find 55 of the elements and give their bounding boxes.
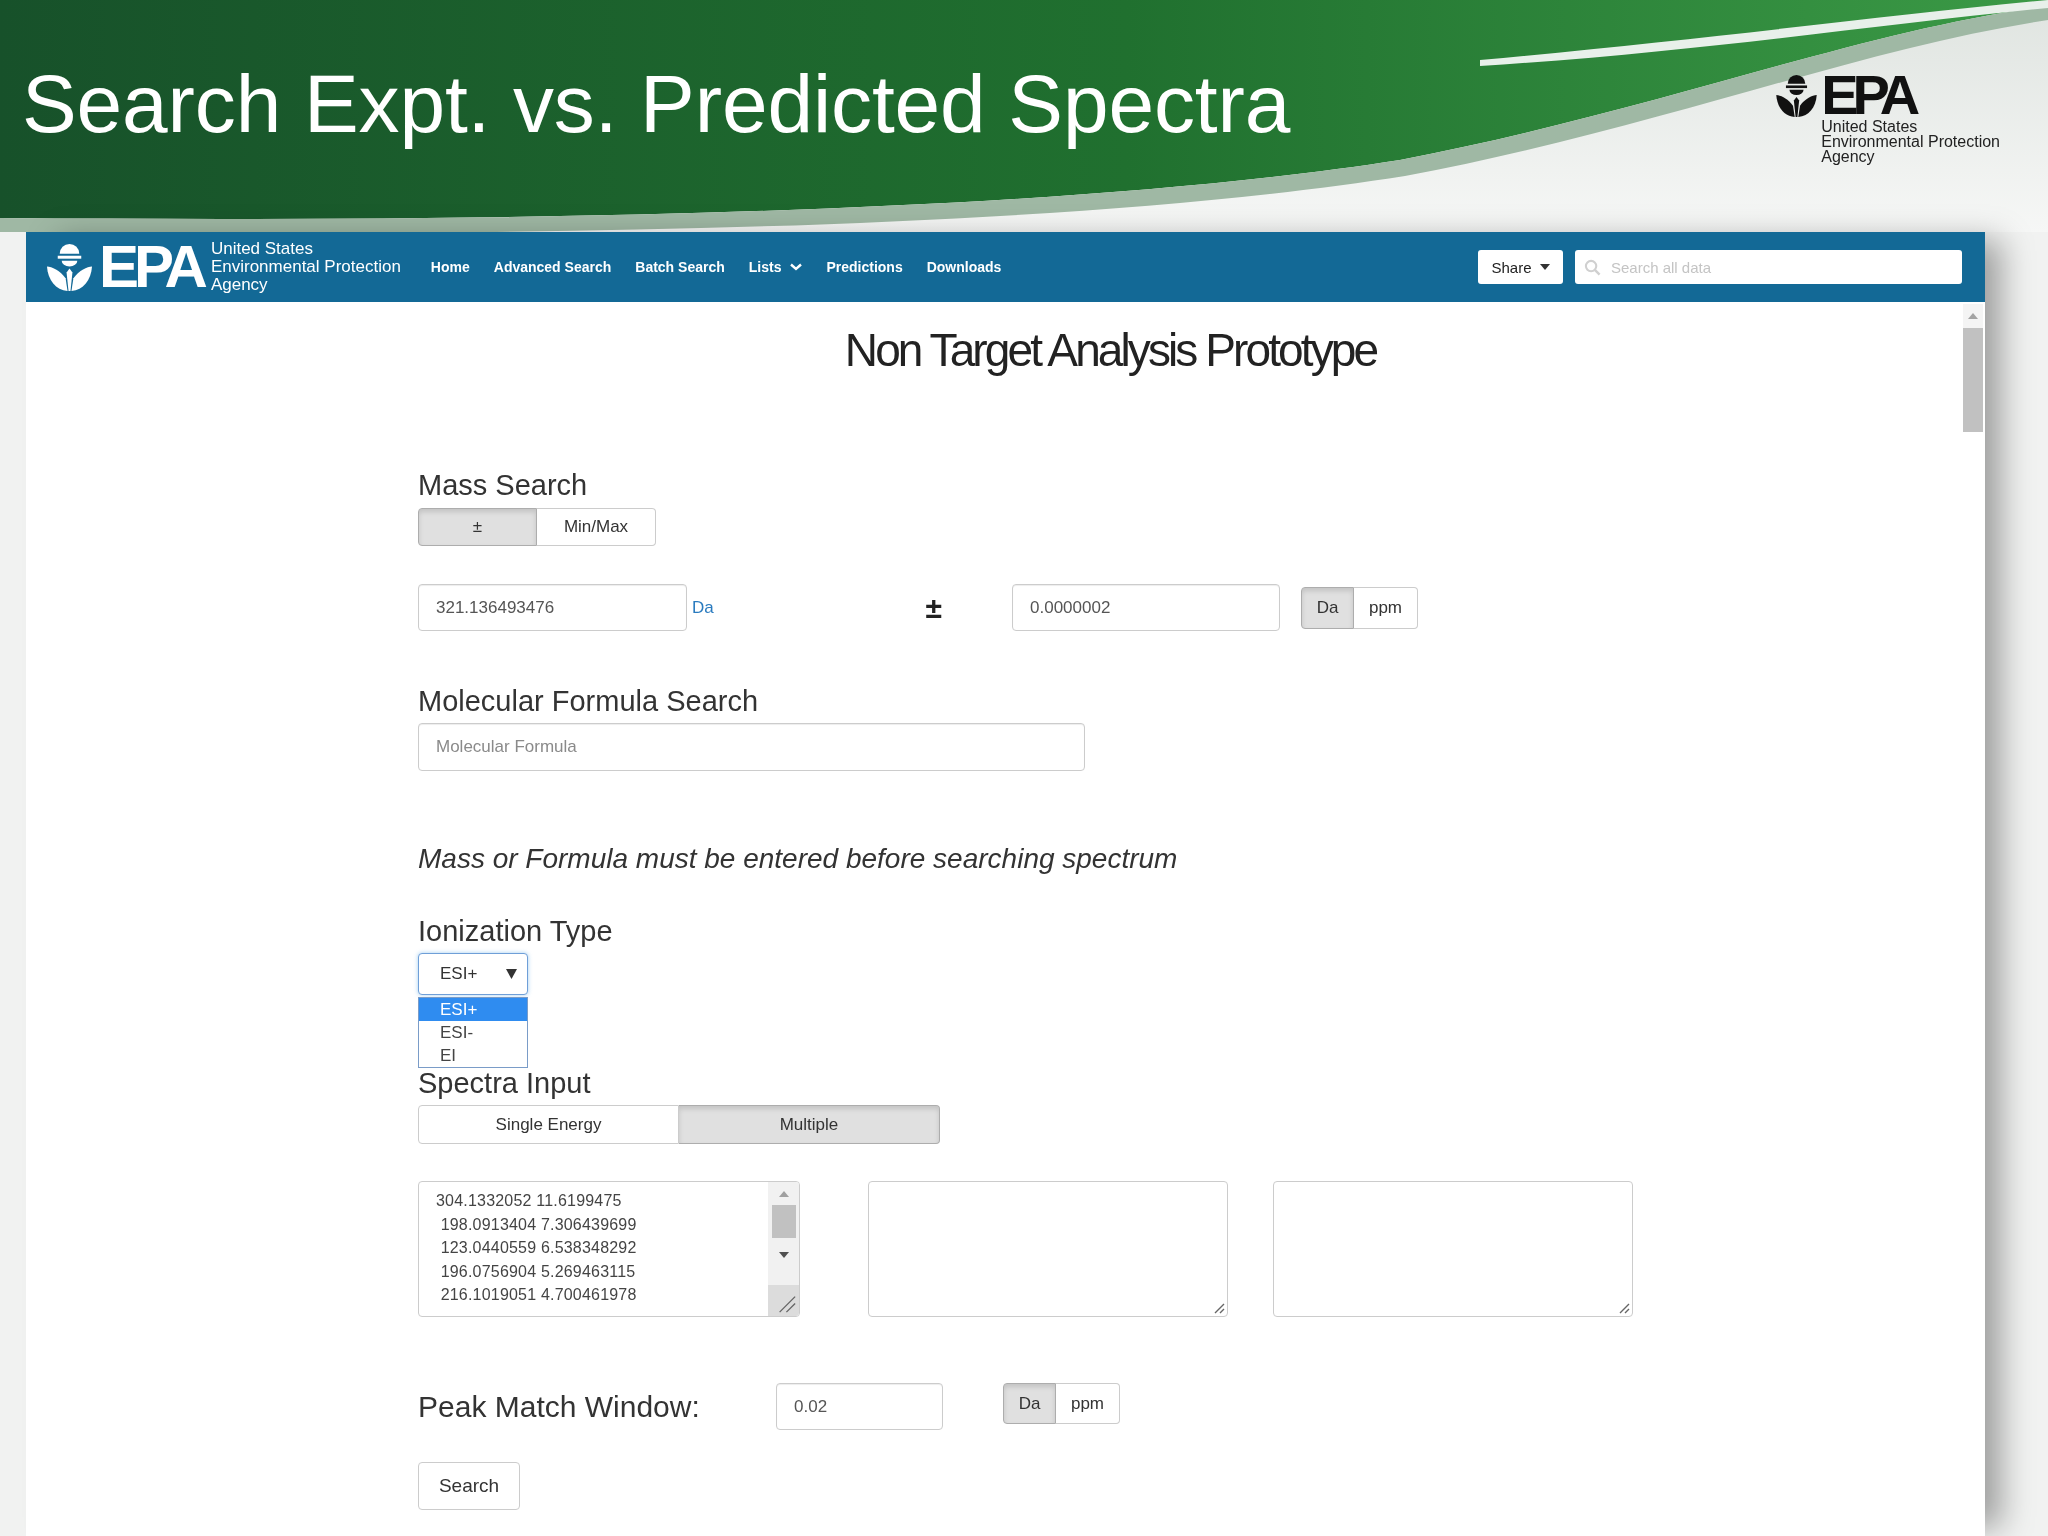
section-heading: Spectra Input	[418, 1069, 591, 1097]
slide-title: Search Expt. vs. Predicted Spectra	[22, 58, 1291, 150]
nav-link[interactable]: Home	[430, 259, 470, 275]
resize-grip-icon[interactable]	[1213, 1302, 1225, 1314]
unit-toggle-button[interactable]: Da	[1301, 586, 1354, 629]
toggle-button[interactable]: Min/Max	[537, 508, 656, 546]
toggle-button[interactable]: Single Energy	[418, 1105, 679, 1144]
scroll-up-icon	[778, 1191, 789, 1197]
caret-icon	[1539, 264, 1550, 270]
search-button[interactable]: Search	[418, 1462, 520, 1510]
ionization-select[interactable]: ESI+	[418, 953, 528, 995]
agency-name: United States Environmental Protection Agency	[1821, 119, 2000, 164]
flower-icon	[46, 242, 93, 292]
nav-link[interactable]: Predictions	[826, 259, 903, 275]
resize-grip-icon[interactable]	[1618, 1302, 1630, 1314]
page-scrollbar[interactable]	[1963, 304, 1983, 432]
scroll-up-icon	[1968, 313, 1978, 319]
field-label: Peak Match Window:	[418, 1389, 700, 1424]
section-heading: Mass Search	[418, 468, 588, 502]
mass-input[interactable]: 321.136493476	[418, 584, 687, 631]
flower-icon	[1775, 74, 1819, 118]
nav-link[interactable]: Advanced Search	[493, 259, 612, 275]
agency-name: United States Environmental Protection Agency	[210, 240, 401, 294]
nav-link[interactable]: Downloads	[926, 259, 1002, 275]
search-icon	[1584, 259, 1601, 276]
logo-wordmark[interactable]: EPA	[99, 242, 203, 292]
peak-list-text: 304.1332052 11.6199475 198.0913404 7.306439699 123.0440559 6.538348292 196.0756904 5.269463115 216.1019051 4.700461978	[435, 1191, 638, 1305]
share-button[interactable]: Share	[1478, 250, 1563, 284]
unit-toggle-button[interactable]: Da	[1003, 1383, 1056, 1424]
dropdown-option[interactable]: ESI-	[419, 1021, 527, 1044]
section-heading: Molecular Formula Search	[418, 684, 759, 718]
nav-link[interactable]: Lists	[748, 259, 803, 275]
peak-window-input[interactable]: 0.02	[776, 1383, 943, 1430]
tolerance-input[interactable]: 0.0000002	[1012, 584, 1280, 631]
dropdown-option[interactable]: EI	[419, 1044, 527, 1067]
dropdown-arrow-icon	[506, 969, 517, 979]
unit-toggle-button[interactable]: ppm	[1354, 586, 1418, 629]
logo-wordmark: EPA	[1821, 72, 1915, 118]
resize-grip-icon[interactable]	[768, 1285, 799, 1316]
unit-toggle-button[interactable]: ppm	[1056, 1383, 1120, 1424]
search-field[interactable]: Search all data	[1575, 250, 1962, 284]
nav-link[interactable]: Batch Search	[635, 259, 725, 275]
unit-label: Da	[692, 597, 714, 618]
peak-list-field[interactable]: 304.1332052 11.6199475 198.0913404 7.306439699 123.0440559 6.538348292 196.0756904 5.269463115 216.1019051 4.700461978	[418, 1181, 800, 1317]
section-heading: Ionization Type	[418, 914, 613, 948]
toggle-button[interactable]: Multiple	[679, 1105, 940, 1144]
toggle-button[interactable]: ±	[418, 508, 537, 546]
page-title: Non Target Analysis Prototype	[844, 323, 1377, 378]
scrollbar[interactable]	[768, 1182, 799, 1316]
formula-input[interactable]: Molecular Formula	[418, 723, 1085, 771]
scroll-down-icon	[778, 1252, 789, 1258]
scrollbar-thumb[interactable]	[1963, 328, 1983, 432]
plus-minus-sign: ±	[925, 590, 942, 625]
scrollbar-thumb[interactable]	[771, 1205, 796, 1238]
notice-text: Mass or Formula must be entered before searching spectrum	[418, 842, 1178, 876]
